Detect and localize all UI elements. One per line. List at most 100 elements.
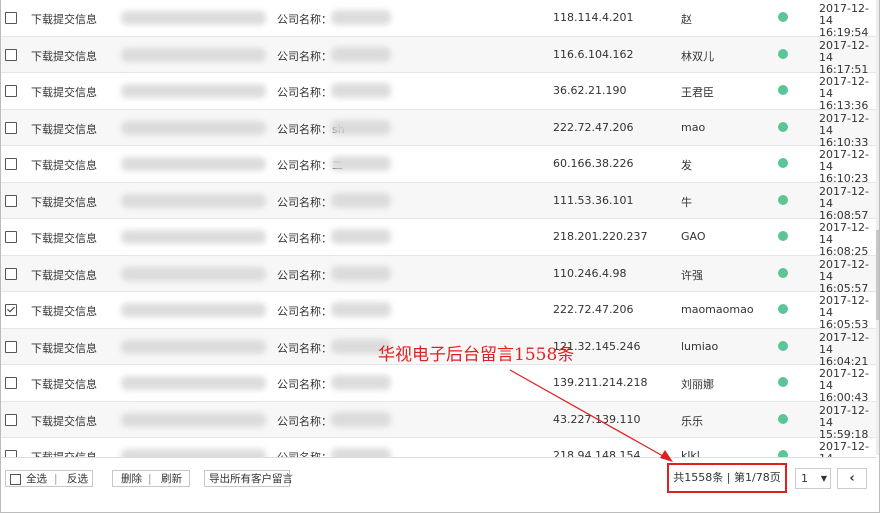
table-row: 下载提交信息 公司名称： 116.6.104.162 林双儿 2017-12-14 16:… bbox=[1, 36, 879, 76]
status-dot bbox=[778, 304, 788, 314]
redacted-company bbox=[331, 375, 391, 390]
delete-button[interactable]: 删除 bbox=[121, 471, 142, 488]
timestamp-date: 2017-12-14 bbox=[819, 75, 869, 100]
timestamp-date: 2017-12-14 bbox=[819, 294, 869, 319]
redacted-phone bbox=[121, 193, 266, 208]
redacted-phone bbox=[121, 339, 266, 354]
row-checkbox[interactable] bbox=[5, 267, 17, 280]
ip-address: 111.53.36.101 bbox=[553, 193, 634, 207]
download-link[interactable]: 下载提交信息 bbox=[31, 157, 97, 173]
contact-name: maomaomao bbox=[681, 303, 754, 316]
download-link[interactable]: 下载提交信息 bbox=[31, 376, 97, 392]
redacted-phone bbox=[121, 157, 266, 171]
download-link[interactable]: 下载提交信息 bbox=[31, 194, 97, 210]
divider: | bbox=[148, 473, 152, 485]
timestamp-date: 2017-12-14 bbox=[819, 367, 869, 392]
timestamp-date: 2017-12-14 bbox=[819, 257, 869, 283]
vertical-scrollbar[interactable] bbox=[876, 0, 879, 455]
status-dot bbox=[778, 340, 788, 351]
redacted-company bbox=[331, 156, 391, 171]
company-label: 公司名称： bbox=[277, 341, 332, 355]
row-checkbox[interactable] bbox=[5, 377, 17, 389]
contact-name: 林双儿 bbox=[681, 49, 714, 63]
ip-address: 60.166.38.226 bbox=[553, 157, 634, 170]
download-link[interactable]: 下载提交信息 bbox=[31, 230, 97, 246]
contact-name: 乐乐 bbox=[681, 414, 703, 428]
row-checkbox[interactable] bbox=[5, 85, 17, 97]
redacted-company bbox=[331, 265, 391, 281]
ip-address: 36.62.21.190 bbox=[553, 84, 627, 97]
table-row: 下载提交信息 公司名称： 218.201.220.237 GAO 2017-12-14 1… bbox=[1, 219, 879, 258]
row-checkbox[interactable] bbox=[5, 413, 17, 426]
chevron-down-icon: ▼ bbox=[820, 474, 827, 483]
download-link[interactable]: 下载提交信息 bbox=[31, 413, 97, 429]
status-dot bbox=[778, 12, 788, 22]
status-dot bbox=[778, 267, 788, 278]
redacted-phone bbox=[121, 303, 266, 317]
timestamp-date: 2017-12-14 bbox=[819, 184, 869, 210]
table-row: 下载提交信息 公司名称： 118.114.4.201 赵 2017-12-14 16:19… bbox=[1, 0, 877, 39]
table-row: 下载提交信息 公司名称： 43.227.139.110 乐乐 2017-12-14 15:… bbox=[1, 401, 879, 441]
redacted-company bbox=[331, 83, 391, 98]
ip-address: 116.6.104.162 bbox=[553, 47, 634, 61]
download-link[interactable]: 下载提交信息 bbox=[31, 121, 97, 137]
annotation-text: 华视电子后台留言1558条 bbox=[378, 345, 575, 365]
timestamp-date: 2017-12-14 bbox=[819, 38, 869, 64]
download-link[interactable]: 下载提交信息 bbox=[31, 11, 97, 27]
select-all-button[interactable]: 全选 | 反选 bbox=[5, 470, 93, 487]
status-dot bbox=[778, 48, 788, 59]
page-select[interactable]: 1 ▼ bbox=[795, 468, 831, 489]
status-dot bbox=[778, 121, 788, 132]
timestamp: 2017-12-14 15:59:18 bbox=[819, 403, 879, 441]
status-dot bbox=[778, 194, 788, 205]
redacted-phone bbox=[121, 11, 266, 25]
timestamp: 2017-12-14 16:08:57 bbox=[819, 184, 879, 222]
ip-address: 139.211.214.218 bbox=[553, 376, 648, 389]
download-link[interactable]: 下载提交信息 bbox=[31, 340, 97, 356]
select-all-label: 全选 bbox=[26, 473, 47, 485]
redacted-company bbox=[331, 10, 391, 25]
company-label: 公司名称： bbox=[277, 232, 332, 245]
status-dot bbox=[778, 158, 788, 168]
row-checkbox[interactable] bbox=[5, 194, 17, 207]
scrollbar-thumb[interactable] bbox=[876, 230, 879, 320]
row-checkbox[interactable] bbox=[5, 340, 17, 353]
contact-name: 许强 bbox=[681, 268, 703, 282]
row-checkbox[interactable] bbox=[5, 48, 17, 61]
timestamp: 2017-12-14 16:00:43 bbox=[819, 368, 879, 404]
company-label: 公司名称： bbox=[277, 86, 332, 99]
contact-name: 赵 bbox=[681, 13, 692, 26]
timestamp: 2017-12-14 16:17:51 bbox=[819, 38, 879, 76]
download-link[interactable]: 下载提交信息 bbox=[31, 84, 97, 100]
row-checkbox[interactable] bbox=[5, 231, 17, 243]
download-link[interactable]: 下载提交信息 bbox=[31, 303, 97, 319]
timestamp: 2017-12-14 16:05:53 bbox=[819, 295, 879, 331]
contact-name: 发 bbox=[681, 159, 692, 172]
contact-name: 王君臣 bbox=[681, 86, 714, 99]
row-checkbox[interactable] bbox=[5, 304, 17, 316]
download-link[interactable]: 下载提交信息 bbox=[31, 267, 97, 283]
download-link[interactable]: 下载提交信息 bbox=[31, 48, 97, 64]
refresh-button[interactable]: 刷新 bbox=[161, 471, 182, 488]
timestamp: 2017-12-14 16:08:25 bbox=[819, 222, 879, 258]
select-all-checkbox[interactable] bbox=[10, 474, 21, 485]
company-label: 公司名称： bbox=[277, 378, 332, 391]
invert-selection-label[interactable]: 反选 bbox=[67, 471, 88, 488]
timestamp-date: 2017-12-14 bbox=[819, 330, 869, 356]
company-label: 公司名称： bbox=[277, 414, 332, 428]
status-dot bbox=[778, 231, 788, 241]
table-row: 下载提交信息 公司名称： 139.211.214.218 刘丽娜 2017-12-14 1… bbox=[1, 365, 879, 404]
row-checkbox[interactable] bbox=[5, 121, 17, 134]
contact-name: 刘丽娜 bbox=[681, 378, 714, 391]
prev-page-button[interactable]: ‹ bbox=[837, 468, 867, 489]
row-checkbox[interactable] bbox=[5, 158, 17, 170]
timestamp-date: 2017-12-14 bbox=[819, 403, 869, 429]
table-row: 下载提交信息 公司名称： 111.53.36.101 牛 2017-12-14 16:08… bbox=[1, 182, 879, 222]
export-messages-button[interactable]: 导出所有客户留言 bbox=[204, 470, 293, 487]
row-checkbox[interactable] bbox=[5, 12, 17, 24]
redacted-phone bbox=[121, 47, 266, 62]
redacted-company bbox=[331, 229, 391, 244]
timestamp: 2017-12-14 16:10:23 bbox=[819, 149, 879, 185]
contact-name: 牛 bbox=[681, 195, 692, 209]
table-row: 下载提交信息 公司名称： 36.62.21.190 王君臣 2017-12-14 16:1… bbox=[1, 73, 877, 112]
